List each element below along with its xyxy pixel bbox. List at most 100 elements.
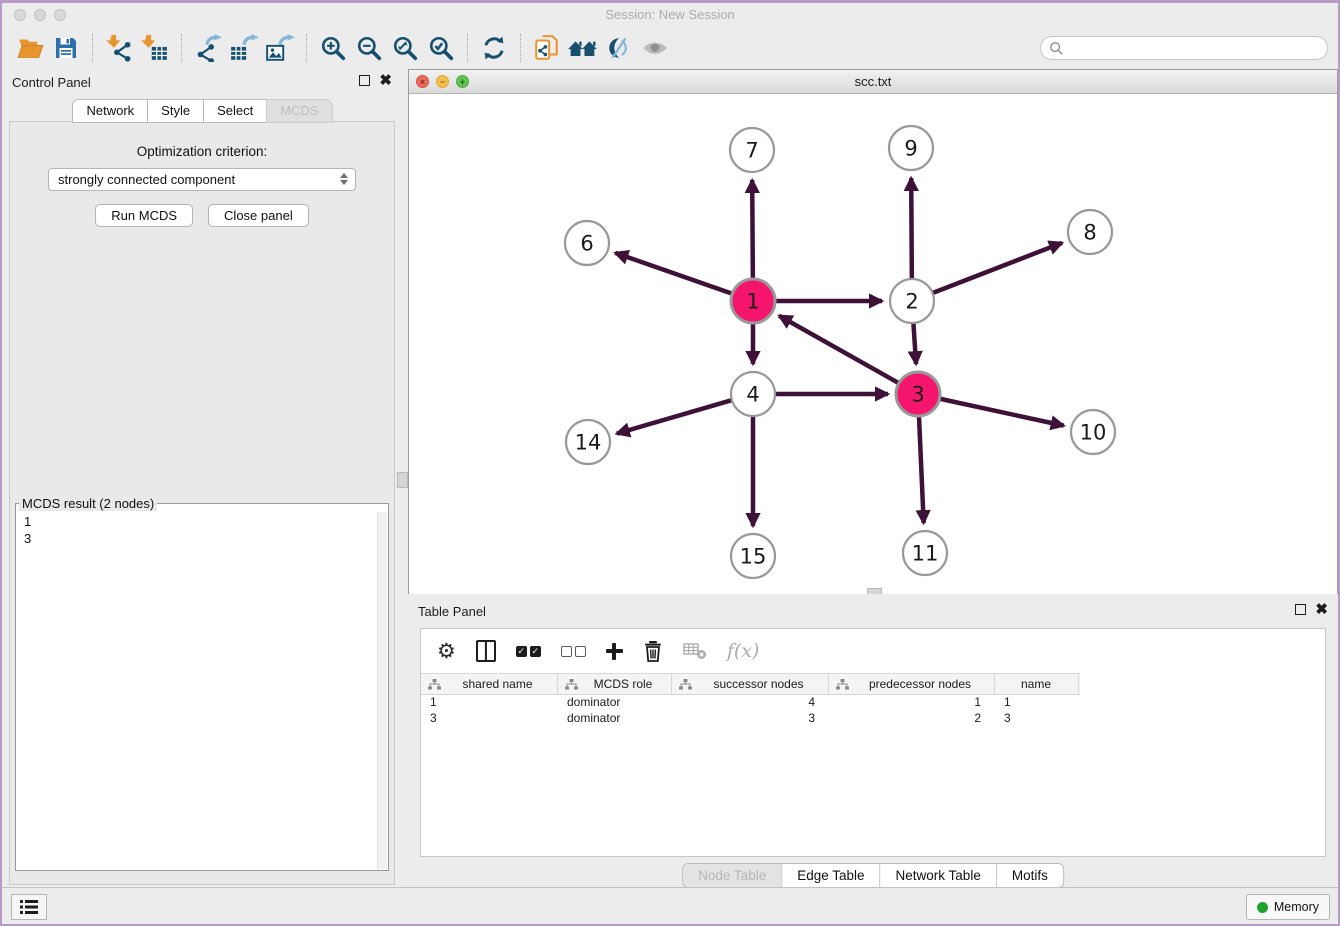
tab-edge-table[interactable]: Edge Table [781,864,879,887]
deselect-all-columns-icon[interactable] [561,646,586,657]
cell-predecessor-nodes[interactable]: 2 [829,711,995,727]
add-column-icon[interactable] [606,643,623,660]
app-window: Session: New Session [0,0,1340,926]
close-panel-icon[interactable]: ✖ [379,75,392,86]
open-file-button[interactable] [12,31,48,65]
toolbar-separator [181,34,182,62]
export-image-button[interactable] [262,31,298,65]
network-window-title: scc.txt [409,74,1337,89]
main-toolbar [2,28,1338,68]
table-header-row: shared name MCDS role successor nodes pr… [421,673,1080,695]
gear-icon[interactable]: ⚙ [437,641,456,661]
column-header-predecessor-nodes[interactable]: predecessor nodes [829,674,995,694]
import-table-button[interactable] [137,31,173,65]
search-input[interactable] [1069,40,1319,56]
memory-label: Memory [1274,900,1319,914]
tab-network-table[interactable]: Network Table [880,864,996,887]
table-tabs: Node Table Edge Table Network Table Moti… [682,863,1064,888]
network-canvas[interactable]: 1234678910111415 [409,94,1337,594]
import-network-button[interactable] [101,31,137,65]
toolbar-separator [520,34,521,62]
table-panel-title: Table Panel [418,604,486,619]
control-panel-header: Control Panel ✖ [2,69,402,97]
tab-motifs[interactable]: Motifs [996,864,1063,887]
edge-4-14[interactable] [617,400,734,434]
float-table-panel-icon[interactable] [1295,604,1306,615]
node-label-2: 2 [905,290,918,314]
column-type-icon [565,679,578,690]
column-header-successor-nodes[interactable]: successor nodes [672,674,829,694]
search-box[interactable] [1040,36,1328,60]
home-icon[interactable] [565,31,601,65]
control-panel: Control Panel ✖ Network Style Select MCD… [2,69,402,889]
cell-successor-nodes[interactable]: 4 [672,695,829,711]
edge-2-3[interactable] [913,321,916,364]
criterion-select[interactable]: strongly connected component [48,168,356,191]
table-toolbar: ⚙ f(x) [421,629,1325,673]
apply-layout-button[interactable] [476,31,512,65]
control-panel-title: Control Panel [12,75,91,90]
result-scrollbar[interactable] [377,512,387,869]
edge-2-9[interactable] [911,178,912,281]
edge-3-1[interactable] [779,316,900,384]
control-panel-tabs: Network Style Select MCDS [2,99,402,123]
node-label-14: 14 [575,431,602,455]
cell-shared-name[interactable]: 1 [421,695,558,711]
trash-icon[interactable] [643,640,663,662]
table-row[interactable]: 3 dominator 3 2 3 [421,711,1325,727]
mcds-result-text: 1 3 [16,511,388,870]
table-panel-header: Table Panel ✖ [408,598,1338,626]
optimization-criterion-label: Optimization criterion: [10,144,394,159]
edge-2-8[interactable] [931,243,1062,294]
node-label-7: 7 [745,139,758,163]
cell-successor-nodes[interactable]: 3 [672,711,829,727]
cell-shared-name[interactable]: 3 [421,711,558,727]
column-header-name[interactable]: name [995,674,1079,694]
save-session-button[interactable] [48,31,84,65]
close-table-panel-icon[interactable]: ✖ [1315,604,1328,615]
tab-network[interactable]: Network [72,99,148,123]
edge-3-11[interactable] [919,414,924,523]
chevron-updown-icon [340,173,348,185]
export-table-button[interactable] [226,31,262,65]
node-label-8: 8 [1083,221,1096,245]
run-mcds-button[interactable]: Run MCDS [95,204,193,227]
column-header-mcds-role[interactable]: MCDS role [558,674,672,694]
toolbar-separator [92,34,93,62]
cell-predecessor-nodes[interactable]: 1 [829,695,995,711]
node-label-10: 10 [1080,421,1107,445]
memory-button[interactable]: Memory [1246,894,1330,920]
node-label-9: 9 [904,137,917,161]
edge-1-6[interactable] [615,253,734,295]
zoom-selected-button[interactable] [423,31,459,65]
cell-name[interactable]: 3 [995,711,1079,727]
node-label-6: 6 [580,232,593,256]
status-bar: Memory [2,887,1338,924]
hide-graphics-details-icon[interactable] [601,31,637,65]
column-header-shared-name[interactable]: shared name [421,674,558,694]
tab-mcds[interactable]: MCDS [266,99,332,123]
export-network-button[interactable] [190,31,226,65]
close-panel-button[interactable]: Close panel [208,204,309,227]
criterion-selected-value: strongly connected component [58,172,235,187]
cell-mcds-role[interactable]: dominator [558,711,672,727]
edge-3-10[interactable] [938,398,1064,425]
tab-select[interactable]: Select [203,99,267,123]
select-all-columns-icon[interactable] [516,646,541,657]
tab-node-table[interactable]: Node Table [683,864,781,887]
split-panel-icon[interactable] [476,640,496,662]
float-panel-icon[interactable] [359,75,370,86]
task-history-button[interactable] [11,894,47,920]
network-vscroll-thumb[interactable] [397,472,408,488]
zoom-in-button[interactable] [315,31,351,65]
table-row[interactable]: 1 dominator 4 1 1 [421,695,1325,711]
network-window: scc.txt 1234678910111415 [408,69,1338,594]
tab-style[interactable]: Style [147,99,204,123]
duplicate-network-button[interactable] [529,31,565,65]
network-hscroll-thumb[interactable] [867,588,882,594]
cell-name[interactable]: 1 [995,695,1079,711]
zoom-fit-button[interactable] [387,31,423,65]
cell-mcds-role[interactable]: dominator [558,695,672,711]
edge-1-7[interactable] [752,180,753,281]
zoom-out-button[interactable] [351,31,387,65]
